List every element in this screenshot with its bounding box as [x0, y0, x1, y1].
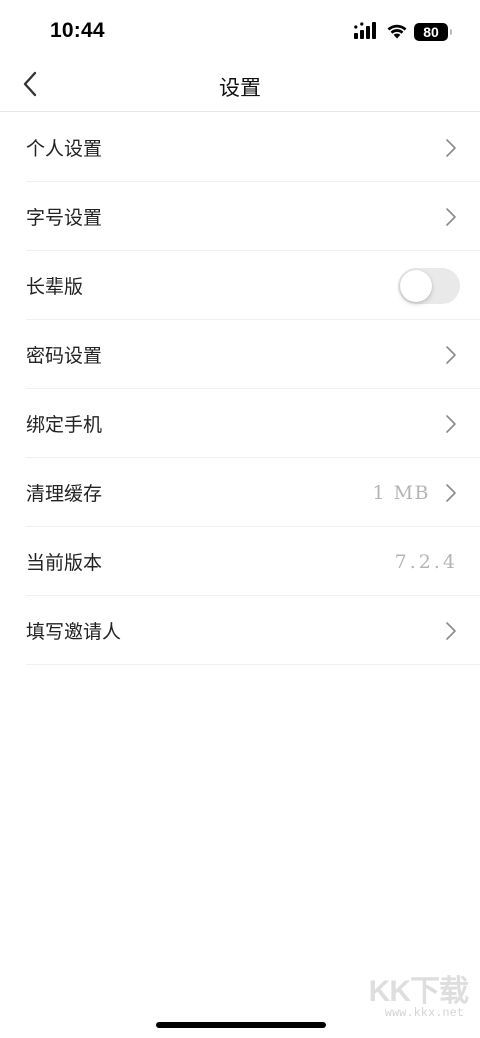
- settings-item-label: 字号设置: [26, 207, 103, 229]
- settings-item-label: 当前版本: [26, 552, 103, 574]
- home-indicator[interactable]: [156, 1022, 326, 1028]
- watermark-logo: KK下载: [368, 975, 469, 1008]
- chevron-right-icon: [446, 345, 456, 364]
- status-time: 10:44: [50, 19, 105, 42]
- version-value: 7.2.4: [394, 550, 458, 573]
- wifi-icon: [386, 22, 408, 43]
- settings-list: 个人设置 字号设置 长辈版 密码设置 绑定手机 清理缓存 1 MB 当前版本 7…: [0, 113, 480, 665]
- page-title: 设置: [219, 76, 261, 100]
- settings-item-label: 密码设置: [26, 345, 103, 367]
- cellular-signal-icon: [354, 21, 380, 43]
- nav-bar: 设置: [0, 62, 480, 112]
- settings-item-label: 长辈版: [26, 276, 84, 298]
- status-bar: 10:44 80: [0, 0, 480, 62]
- settings-item-inviter[interactable]: 填写邀请人: [0, 596, 480, 665]
- settings-screen: 10:44 80 设置 个人设置 字号设置 长辈版 密码设置 绑定手机 清理缓存…: [0, 0, 480, 1038]
- toggle-knob: [400, 269, 432, 302]
- watermark-url: www.kkx.net: [384, 1006, 464, 1020]
- chevron-right-icon: [446, 483, 456, 502]
- settings-item-version: 当前版本 7.2.4: [0, 527, 480, 596]
- settings-item-label: 绑定手机: [26, 414, 103, 436]
- watermark: KK下载 www.kkx.net: [364, 966, 469, 1024]
- chevron-right-icon: [446, 138, 456, 157]
- status-icons: 80: [354, 21, 452, 43]
- chevron-right-icon: [446, 207, 456, 226]
- settings-item-password[interactable]: 密码设置: [0, 320, 480, 389]
- elder-mode-toggle[interactable]: [398, 267, 460, 304]
- settings-item-elder-mode: 长辈版: [0, 251, 480, 320]
- settings-item-clear-cache[interactable]: 清理缓存 1 MB: [0, 458, 480, 527]
- settings-item-label: 个人设置: [26, 138, 103, 160]
- settings-item-font-size[interactable]: 字号设置: [0, 182, 480, 251]
- battery-icon: 80: [414, 23, 452, 41]
- settings-item-label: 清理缓存: [26, 483, 103, 505]
- settings-item-label: 填写邀请人: [26, 621, 122, 643]
- settings-item-personal[interactable]: 个人设置: [0, 113, 480, 182]
- settings-item-bind-phone[interactable]: 绑定手机: [0, 389, 480, 458]
- cache-size-value: 1 MB: [372, 481, 430, 504]
- chevron-right-icon: [446, 621, 456, 640]
- chevron-right-icon: [446, 414, 456, 433]
